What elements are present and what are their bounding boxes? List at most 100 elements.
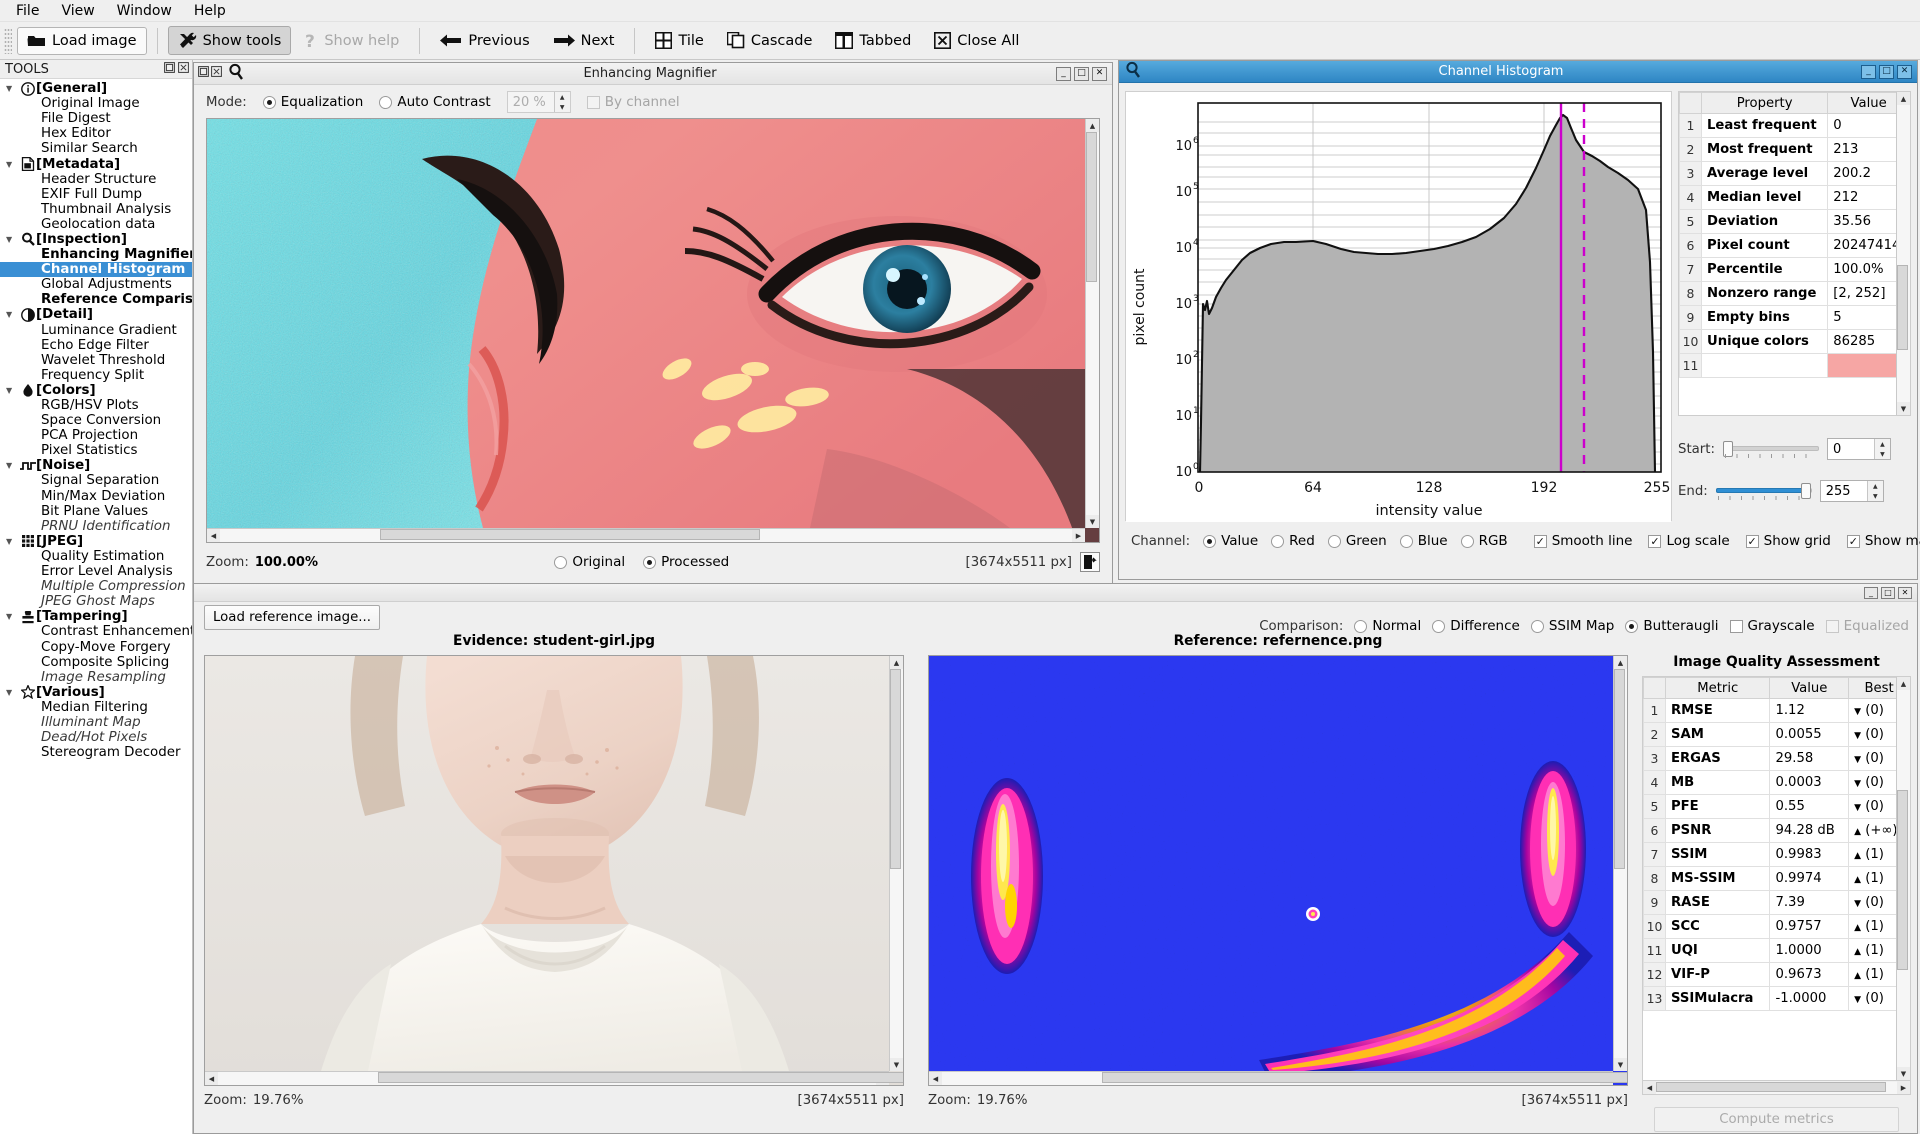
scroll-thumb[interactable] bbox=[890, 669, 901, 869]
enhancing-magnifier-window[interactable]: Enhancing Magnifier _ □ ✕ Mode: Equaliza… bbox=[193, 62, 1113, 592]
table-row[interactable]: 4 Median level 212 bbox=[1679, 185, 1910, 210]
magnifier-titlebar[interactable]: Enhancing Magnifier _ □ ✕ bbox=[194, 63, 1112, 85]
tools-item-channel-histogram[interactable]: Channel Histogram bbox=[0, 262, 192, 278]
channel-radio-red[interactable]: Red bbox=[1271, 533, 1315, 549]
hist-table-scrollbar[interactable]: ▲ ▼ bbox=[1896, 92, 1910, 415]
table-row[interactable]: 1 RMSE 1.12 ▼ (0) bbox=[1643, 698, 1910, 723]
tools-item-quality-estimation[interactable]: Quality Estimation bbox=[0, 549, 192, 564]
menu-window[interactable]: Window bbox=[107, 1, 182, 21]
table-row[interactable]: 10 Unique colors 86285 bbox=[1679, 329, 1910, 354]
comparison-close-button[interactable]: ✕ bbox=[1898, 586, 1912, 599]
tools-item-composite-splicing[interactable]: Composite Splicing bbox=[0, 655, 192, 670]
table-row[interactable]: 8 MS-SSIM 0.9974 ▲ (1) bbox=[1643, 866, 1910, 891]
chevron-down-icon[interactable]: ▼ bbox=[6, 235, 19, 244]
histogram-maximize-button[interactable]: □ bbox=[1879, 64, 1894, 79]
load-image-button[interactable]: Load image bbox=[17, 26, 147, 55]
tools-item-echo-edge-filter[interactable]: Echo Edge Filter bbox=[0, 338, 192, 353]
tools-item-frequency-split[interactable]: Frequency Split bbox=[0, 368, 192, 383]
table-row[interactable]: 6 Pixel count 20247414 bbox=[1679, 233, 1910, 258]
magnifier-dock-close-icon[interactable] bbox=[211, 66, 222, 81]
previous-button[interactable]: Previous bbox=[430, 27, 539, 55]
tools-item-prnu-identification[interactable]: PRNU Identification bbox=[0, 519, 192, 534]
channel-radio-group[interactable]: Value Red Green Blue RGB bbox=[1203, 533, 1508, 549]
tools-close-icon[interactable] bbox=[178, 61, 189, 77]
toolbar-grip[interactable] bbox=[4, 27, 12, 54]
tools-item-stereogram-decoder[interactable]: Stereogram Decoder bbox=[0, 745, 192, 760]
channel-radio-green[interactable]: Green bbox=[1327, 533, 1387, 549]
chevron-down-icon[interactable]: ▼ bbox=[6, 537, 19, 546]
tools-item-copy-move-forgery[interactable]: Copy-Move Forgery bbox=[0, 639, 192, 655]
scroll-left-icon[interactable]: ◀ bbox=[1643, 1081, 1656, 1094]
start-slider[interactable] bbox=[1722, 439, 1819, 459]
tools-item-exif-full-dump[interactable]: EXIF Full Dump bbox=[0, 187, 192, 202]
histogram-checkbox-smooth-line[interactable]: ✓ Smooth line bbox=[1533, 533, 1632, 549]
next-button[interactable]: Next bbox=[543, 27, 625, 55]
chevron-down-icon[interactable]: ▼ bbox=[6, 612, 19, 621]
table-row[interactable]: 12 VIF-P 0.9673 ▲ (1) bbox=[1643, 962, 1910, 987]
tools-item-header-structure[interactable]: Header Structure bbox=[0, 172, 192, 187]
comparison-mode-butteraugli[interactable]: Butteraugli bbox=[1625, 618, 1719, 634]
spinbox-arrows[interactable]: ▲ ▼ bbox=[1866, 481, 1883, 501]
evidence-image-view[interactable]: ▲ ▼ ◀ ▶ bbox=[204, 655, 904, 1086]
end-slider[interactable] bbox=[1715, 481, 1812, 501]
tools-item-similar-search[interactable]: Similar Search bbox=[0, 141, 192, 156]
close-all-button[interactable]: Close All bbox=[924, 26, 1029, 55]
tabbed-button[interactable]: Tabbed bbox=[825, 26, 921, 55]
comparison-maximize-button[interactable]: □ bbox=[1881, 586, 1895, 599]
scroll-up-icon[interactable]: ▲ bbox=[1897, 92, 1910, 105]
table-row[interactable]: 3 ERGAS 29.58 ▼ (0) bbox=[1643, 746, 1910, 771]
evidence-vertical-scrollbar[interactable]: ▲ ▼ bbox=[889, 656, 903, 1071]
mode-autocontrast-radio[interactable]: Auto Contrast bbox=[379, 94, 491, 110]
histogram-close-button[interactable]: ✕ bbox=[1897, 64, 1912, 79]
scroll-track[interactable] bbox=[218, 1072, 903, 1085]
scroll-track[interactable] bbox=[1086, 132, 1099, 515]
magnifier-minimize-button[interactable]: _ bbox=[1056, 66, 1071, 81]
comparison-mode-radio-group[interactable]: Normal Difference SSIM Map Butteraugli bbox=[1354, 618, 1719, 634]
scroll-thumb[interactable] bbox=[380, 529, 760, 540]
scroll-track[interactable] bbox=[1656, 1081, 1897, 1094]
scroll-track[interactable] bbox=[1897, 105, 1910, 402]
table-row[interactable]: 7 Percentile 100.0% bbox=[1679, 257, 1910, 282]
tools-item-enhancing-magnifier[interactable]: Enhancing Magnifier bbox=[0, 247, 192, 262]
export-image-button[interactable] bbox=[1080, 552, 1100, 572]
channel-radio-blue[interactable]: Blue bbox=[1399, 533, 1448, 549]
spinbox-arrows[interactable]: ▲ ▼ bbox=[1873, 439, 1890, 459]
tools-item-pixel-statistics[interactable]: Pixel Statistics bbox=[0, 443, 192, 458]
table-row[interactable]: 2 SAM 0.0055 ▼ (0) bbox=[1643, 722, 1910, 747]
tools-group-metadata[interactable]: ▼ [Metadata] bbox=[0, 156, 192, 172]
table-row[interactable]: 1 Least frequent 0 bbox=[1679, 113, 1910, 138]
tools-item-hex-editor[interactable]: Hex Editor bbox=[0, 126, 192, 141]
chevron-down-icon[interactable]: ▼ bbox=[6, 386, 19, 395]
chevron-down-icon[interactable]: ▼ bbox=[6, 461, 19, 470]
table-row[interactable]: 3 Average level 200.2 bbox=[1679, 161, 1910, 186]
end-spinbox[interactable]: 255 ▲ ▼ bbox=[1819, 480, 1884, 502]
show-tools-button[interactable]: Show tools bbox=[167, 26, 292, 55]
tools-group-detail[interactable]: ▼ [Detail] bbox=[0, 307, 192, 322]
iqa-table-hscrollbar[interactable]: ◀ ▶ bbox=[1642, 1081, 1911, 1095]
scroll-track[interactable] bbox=[1614, 669, 1627, 1058]
tools-item-rgb-hsv-plots[interactable]: RGB/HSV Plots bbox=[0, 398, 192, 413]
scroll-track[interactable] bbox=[220, 529, 1072, 542]
view-original-radio[interactable]: Original bbox=[554, 554, 625, 570]
scroll-up-icon[interactable]: ▲ bbox=[890, 656, 903, 669]
magnifier-restore-icon[interactable] bbox=[198, 66, 209, 81]
table-row[interactable]: 8 Nonzero range [2, 252] bbox=[1679, 281, 1910, 306]
tools-item-min-max-deviation[interactable]: Min/Max Deviation bbox=[0, 489, 192, 504]
tools-item-illuminant-map[interactable]: Illuminant Map bbox=[0, 715, 192, 730]
scroll-up-icon[interactable]: ▲ bbox=[1614, 656, 1627, 669]
iqa-table-scrollbar[interactable]: ▲ ▼ bbox=[1896, 677, 1910, 1080]
table-row[interactable]: 7 SSIM 0.9983 ▲ (1) bbox=[1643, 842, 1910, 867]
tools-group-general[interactable]: ▼ [General] bbox=[0, 81, 192, 96]
table-row[interactable]: 4 MB 0.0003 ▼ (0) bbox=[1643, 770, 1910, 795]
scroll-right-icon[interactable]: ▶ bbox=[1072, 529, 1085, 542]
table-row[interactable]: 11 UQI 1.0000 ▲ (1) bbox=[1643, 938, 1910, 963]
mode-equalization-radio[interactable]: Equalization bbox=[262, 94, 363, 110]
scroll-thumb[interactable] bbox=[378, 1072, 903, 1083]
scroll-right-icon[interactable]: ▶ bbox=[1897, 1081, 1910, 1094]
tools-group-various[interactable]: ▼ [Various] bbox=[0, 685, 192, 700]
scroll-thumb[interactable] bbox=[1656, 1081, 1886, 1092]
tools-item-space-conversion[interactable]: Space Conversion bbox=[0, 413, 192, 428]
channel-histogram-window[interactable]: Channel Histogram _ □ ✕ pixel count 10​ … bbox=[1118, 60, 1920, 580]
channel-radio-value[interactable]: Value bbox=[1203, 533, 1258, 549]
tools-item-thumbnail-analysis[interactable]: Thumbnail Analysis bbox=[0, 202, 192, 217]
